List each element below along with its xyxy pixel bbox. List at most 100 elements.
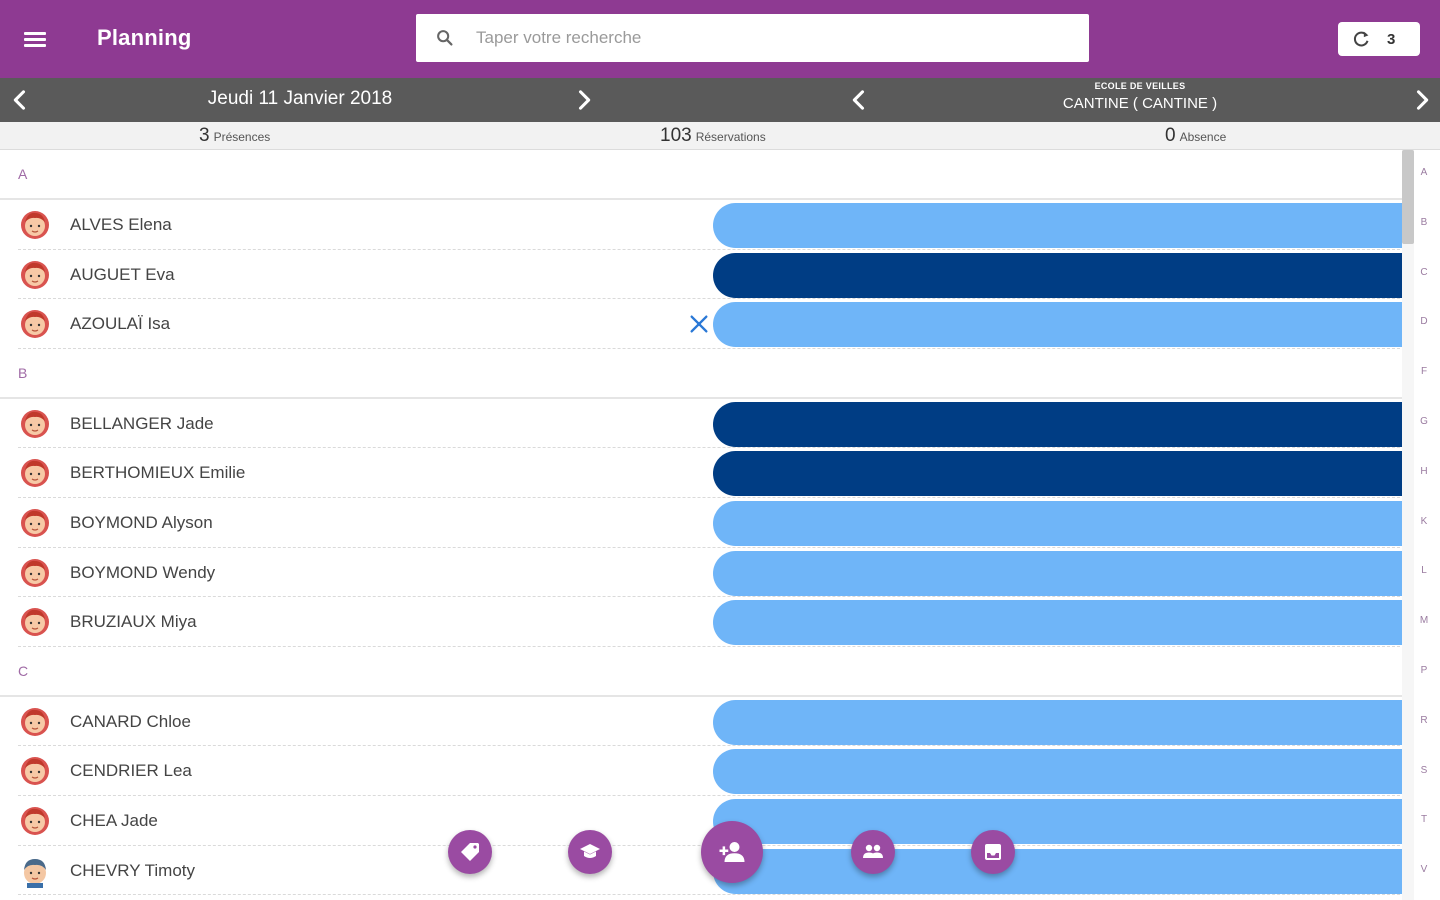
child-row[interactable]: AZOULAÏ Isa — [0, 299, 1410, 349]
child-row[interactable]: BOYMOND Alyson — [0, 498, 1410, 548]
girl-avatar-icon — [18, 456, 52, 490]
presence-bar-reserved[interactable] — [713, 699, 1410, 745]
child-name: CENDRIER Lea — [70, 761, 192, 781]
current-place: ECOLE DE VEILLES CANTINE ( CANTINE ) — [990, 80, 1290, 116]
add-person-fab[interactable] — [701, 821, 763, 883]
sync-icon — [1353, 31, 1369, 47]
alphabet-index-letter[interactable]: G — [1414, 416, 1434, 427]
school-icon — [580, 844, 600, 858]
scrollbar-thumb[interactable] — [1402, 150, 1414, 244]
child-row[interactable]: CENDRIER Lea — [0, 746, 1410, 796]
presence-bar-confirmed[interactable] — [713, 252, 1410, 298]
child-name: BOYMOND Alyson — [70, 512, 213, 532]
presence-bar-reserved[interactable] — [713, 550, 1410, 596]
alphabet-index-letter[interactable]: V — [1414, 864, 1434, 875]
child-name: AZOULAÏ Isa — [70, 314, 171, 334]
place-activity: CANTINE ( CANTINE ) — [1062, 95, 1218, 112]
alphabet-index-letter[interactable]: H — [1414, 466, 1434, 477]
alphabet-index-letter[interactable]: T — [1414, 814, 1434, 825]
alphabet-index-letter[interactable]: L — [1414, 565, 1434, 576]
section-letter: C — [18, 662, 29, 679]
current-date: Jeudi 11 Janvier 2018 — [207, 88, 393, 109]
stats-bar: 3 Présences 103 Réservations 0 Absence — [0, 122, 1440, 150]
alphabet-index-letter[interactable]: A — [1414, 167, 1434, 178]
child-name: BELLANGER Jade — [70, 413, 214, 433]
inbox-fab[interactable] — [971, 830, 1015, 874]
child-row[interactable]: BERTHOMIEUX Emilie — [0, 448, 1410, 498]
child-name: CANARD Chloe — [70, 711, 191, 731]
group-icon — [863, 844, 883, 858]
children-list: A ALVES Elena AUGUET Eva AZOULAÏ Isa B BELLAN… — [0, 150, 1410, 900]
alphabet-index-letter[interactable]: P — [1414, 665, 1434, 676]
reservations-count: 103 — [660, 125, 692, 146]
next-place-chevron-right-icon[interactable] — [1408, 86, 1436, 114]
girl-avatar-icon — [18, 258, 52, 292]
alphabet-index-letter[interactable]: M — [1414, 615, 1434, 626]
child-name: AUGUET Eva — [70, 264, 175, 284]
page-title: Planning — [97, 25, 192, 50]
alphabet-index-letter[interactable]: F — [1414, 366, 1434, 377]
child-row[interactable]: BELLANGER Jade — [0, 399, 1410, 449]
tag-icon — [461, 843, 479, 861]
presence-bar-reserved[interactable] — [713, 302, 1410, 348]
child-row[interactable]: AUGUET Eva — [0, 250, 1410, 300]
presence-bar-reserved[interactable] — [713, 203, 1410, 248]
child-name: BOYMOND Wendy — [70, 562, 216, 582]
menu-button[interactable] — [20, 24, 52, 54]
girl-avatar-icon — [18, 754, 52, 788]
previous-day-chevron-left-icon[interactable] — [6, 86, 34, 114]
date-place-navigation: Jeudi 11 Janvier 2018 ECOLE DE VEILLES C… — [0, 78, 1440, 122]
girl-avatar-icon — [18, 705, 52, 739]
search-icon — [437, 30, 453, 46]
menu-icon-line — [24, 44, 46, 47]
inbox-icon — [985, 844, 1001, 860]
child-name: CHEA Jade — [70, 810, 158, 830]
scrollbar-track[interactable] — [1402, 150, 1414, 900]
presence-bar-confirmed[interactable] — [713, 451, 1410, 497]
section-letter: B — [18, 364, 28, 381]
presence-bar-reserved[interactable] — [713, 600, 1410, 646]
menu-icon — [24, 32, 46, 35]
child-name: BRUZIAUX Miya — [70, 612, 197, 632]
search-input[interactable] — [476, 22, 1076, 54]
previous-place-chevron-left-icon[interactable] — [845, 86, 873, 114]
sync-button[interactable]: 3 — [1338, 22, 1420, 56]
child-name: CHEVRY Timoty — [70, 860, 196, 880]
girl-avatar-icon — [18, 556, 52, 590]
child-name: BERTHOMIEUX Emilie — [70, 463, 246, 483]
child-row[interactable]: BOYMOND Wendy — [0, 548, 1410, 598]
sync-count: 3 — [1387, 30, 1396, 48]
presences-label: Présences — [213, 130, 271, 144]
next-day-chevron-right-icon[interactable] — [570, 86, 598, 114]
presences-stat: 3 Présences — [199, 125, 270, 147]
presence-bar-reserved[interactable] — [713, 500, 1410, 546]
app-bar: Planning 3 — [0, 0, 1440, 78]
girl-avatar-icon — [18, 605, 52, 639]
alphabet-index-letter[interactable]: C — [1414, 267, 1434, 278]
alphabet-index-letter[interactable]: D — [1414, 316, 1434, 327]
absence-stat: 0 Absence — [1165, 125, 1226, 147]
section-header: A — [0, 150, 1410, 200]
presence-bar-reserved[interactable] — [713, 798, 1410, 844]
presence-bar-reserved[interactable] — [713, 848, 1410, 894]
school-fab[interactable] — [568, 830, 612, 874]
alphabet-index: A B C D F G H K L M P R S T V — [1414, 150, 1440, 900]
alphabet-index-letter[interactable]: S — [1414, 765, 1434, 776]
girl-avatar-icon — [18, 307, 52, 341]
tag-fab[interactable] — [448, 830, 492, 874]
search-bar[interactable] — [416, 14, 1089, 62]
child-row[interactable]: ALVES Elena — [0, 200, 1410, 250]
child-row[interactable]: CANARD Chloe — [0, 697, 1410, 747]
alphabet-index-letter[interactable]: K — [1414, 516, 1434, 527]
alphabet-index-letter[interactable]: R — [1414, 715, 1434, 726]
boy-avatar-icon — [18, 854, 52, 888]
presence-bar-reserved[interactable] — [713, 749, 1410, 795]
girl-avatar-icon — [18, 407, 52, 441]
group-fab[interactable] — [851, 830, 895, 874]
girl-avatar-icon — [18, 208, 52, 242]
alphabet-index-letter[interactable]: B — [1414, 217, 1434, 228]
presence-bar-confirmed[interactable] — [713, 401, 1410, 447]
place-school: ECOLE DE VEILLES — [1094, 81, 1186, 91]
section-header: B — [0, 349, 1410, 399]
child-row[interactable]: BRUZIAUX Miya — [0, 597, 1410, 647]
